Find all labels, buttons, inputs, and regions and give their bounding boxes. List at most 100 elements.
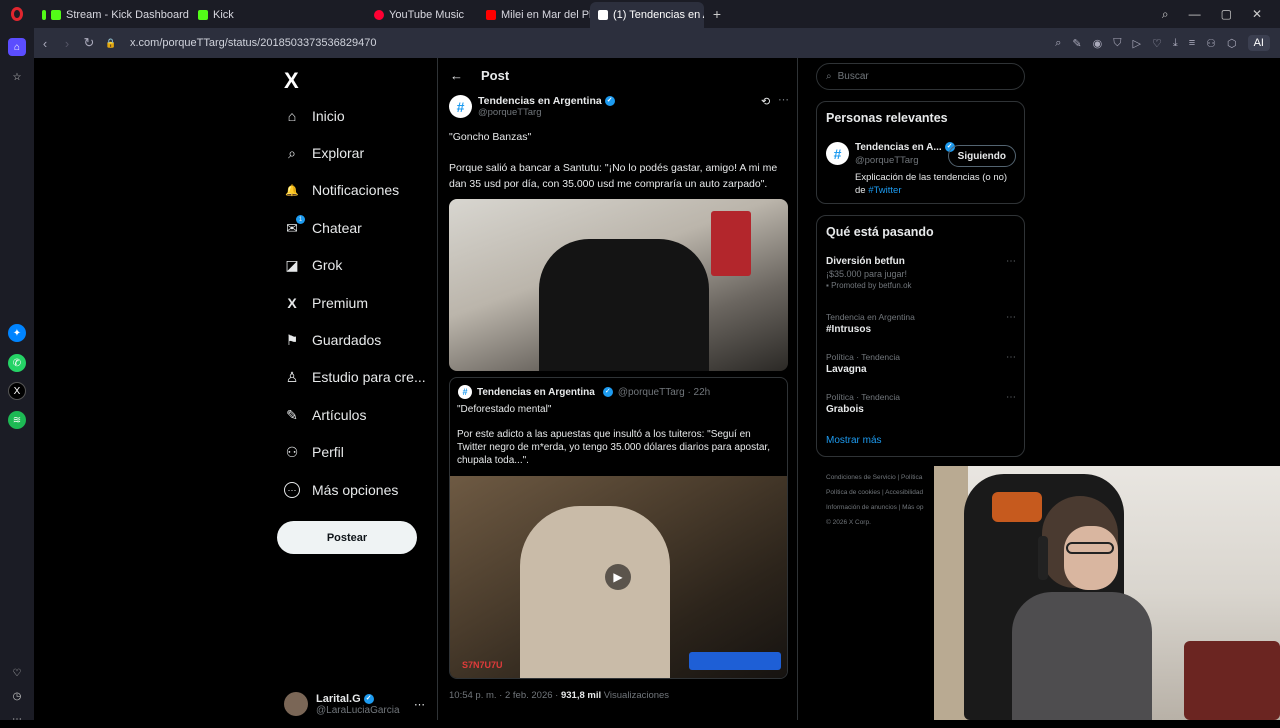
footer-link[interactable]: Condiciones de Servicio | Política xyxy=(826,470,936,485)
nav-item-articulos[interactable]: ✎ Artículos xyxy=(284,407,366,424)
play-icon[interactable]: ▶ xyxy=(605,564,631,590)
tab-tendencias[interactable]: (1) Tendencias en Arg xyxy=(590,2,704,28)
menu-icon[interactable]: ≡ xyxy=(1189,37,1195,49)
reload-button[interactable]: ↻ xyxy=(78,32,100,54)
nav-item-mas-opciones[interactable]: ⋯ Más opciones xyxy=(284,482,398,498)
close-icon[interactable]: ✕ xyxy=(1252,7,1262,21)
whatsapp-icon[interactable]: ✆ xyxy=(8,354,26,372)
forward-button[interactable]: › xyxy=(56,32,78,54)
search-placeholder: Buscar xyxy=(837,71,869,82)
person-body xyxy=(1012,592,1152,720)
zoom-icon[interactable]: ⌕ xyxy=(1055,37,1061,50)
extensions-icon[interactable]: ⬡ xyxy=(1227,37,1237,50)
window-controls: ⌕ — ▢ ✕ xyxy=(1162,0,1280,28)
nav-item-guardados[interactable]: ⚑ Guardados xyxy=(284,331,382,349)
trend-item[interactable]: Política · Tendencia Lavagna ⋯ xyxy=(826,352,1016,375)
nav-item-perfil[interactable]: ⚇ Perfil xyxy=(284,444,344,461)
bio-hashtag-link[interactable]: #Twitter xyxy=(868,185,901,196)
post-text-title: "Goncho Banzas" xyxy=(449,131,532,143)
nav-label: Inicio xyxy=(312,108,345,124)
post-meta: 10:54 p. m. · 2 feb. 2026 · 931,8 mil Vi… xyxy=(449,690,669,701)
nav-label: Grok xyxy=(312,257,343,273)
back-button[interactable]: ‹ xyxy=(34,32,56,54)
kick-favicon-icon xyxy=(198,10,208,20)
maximize-icon[interactable]: ▢ xyxy=(1221,7,1232,21)
nav-item-estudio[interactable]: ♙ Estudio para cre... xyxy=(284,369,426,386)
search-input[interactable]: ⌕ Buscar xyxy=(816,63,1025,90)
quote-video-thumbnail[interactable]: ▶ S7N7U7U xyxy=(450,476,787,678)
more-icon[interactable]: ⋯ xyxy=(1006,312,1016,323)
download-icon[interactable]: ⤓ xyxy=(1173,37,1178,50)
more-icon[interactable]: ⋯ xyxy=(1006,256,1016,267)
account-name: Larital.G ✓ xyxy=(316,693,400,705)
heart-icon[interactable]: ♡ xyxy=(1152,37,1162,50)
heart-icon[interactable]: ♡ xyxy=(8,664,26,682)
page-title: Post xyxy=(481,68,510,83)
quote-author-handle: @porqueTTarg · 22h xyxy=(617,386,711,398)
footer-link[interactable]: Política de cookies | Accesibilidad xyxy=(826,485,936,500)
trend-item[interactable]: Diversión betfun ¡$35.000 para jugar! ▪ … xyxy=(826,256,1016,290)
nav-label: Chatear xyxy=(312,220,362,236)
quote-text-body: Por este adicto a las apuestas que insul… xyxy=(457,429,770,466)
lock-icon: 🔒 xyxy=(105,37,117,48)
search-tabs-icon[interactable]: ⌕ xyxy=(1162,7,1169,22)
home-icon: ⌂ xyxy=(287,108,297,124)
more-icon[interactable]: ⋯ xyxy=(8,710,26,728)
tab-youtube-music[interactable]: YouTube Music xyxy=(366,2,478,28)
more-icon[interactable]: ⋯ xyxy=(778,93,789,106)
door-frame xyxy=(934,466,968,720)
post-button[interactable]: Postear xyxy=(277,521,417,554)
home-icon[interactable]: ⌂ xyxy=(8,38,26,56)
browser-sidebar: ⌂ ☆ ✦ ✆ X ≋ ♡ ◷ ⋯ xyxy=(0,28,34,725)
grok-explain-icon[interactable]: ⟲ xyxy=(761,95,770,108)
minimize-icon[interactable]: — xyxy=(1189,7,1201,21)
url-field[interactable]: x.com/porqueTTarg/status/201850337353682… xyxy=(130,37,376,49)
nav-item-inicio[interactable]: ⌂ Inicio xyxy=(284,108,345,124)
tab-label: YouTube Music xyxy=(389,9,465,21)
nav-label: Premium xyxy=(312,295,369,311)
tab-label: (1) Tendencias en Arg xyxy=(613,9,704,21)
more-icon[interactable]: ⋯ xyxy=(414,698,425,711)
opera-logo-icon[interactable] xyxy=(0,0,34,28)
bookmark-icon: ⚑ xyxy=(285,331,299,348)
nav-item-grok[interactable]: ◪ Grok xyxy=(284,257,343,274)
ai-button[interactable]: AI xyxy=(1247,35,1270,51)
more-icon[interactable]: ⋯ xyxy=(1006,352,1016,363)
profile-icon[interactable]: ⚇ xyxy=(1206,37,1216,50)
history-icon[interactable]: ◷ xyxy=(8,687,26,705)
star-icon[interactable]: ☆ xyxy=(8,68,26,86)
trend-item[interactable]: Política · Tendencia Grabois ⋯ xyxy=(826,392,1016,415)
shield-icon[interactable]: ⛉ xyxy=(1113,37,1121,50)
trend-promo: ▪ Promoted by betfun.ok xyxy=(826,281,1016,290)
tab-kick[interactable]: Kick xyxy=(190,2,290,28)
x-logo[interactable]: X xyxy=(284,68,299,94)
nav-label: Notificaciones xyxy=(312,182,400,198)
bell-icon: 🔔 xyxy=(285,184,299,197)
back-arrow-icon[interactable]: ← xyxy=(450,68,463,83)
nav-item-notificaciones[interactable]: 🔔 Notificaciones xyxy=(284,182,399,198)
trend-item[interactable]: Tendencia en Argentina #Intrusos ⋯ xyxy=(826,312,1016,335)
account-handle: @LaraLuciaGarcia xyxy=(316,704,400,716)
more-icon[interactable]: ⋯ xyxy=(1006,392,1016,403)
new-tab-button[interactable]: + xyxy=(708,5,726,23)
quoted-post[interactable]: # Tendencias en Argentina ✓ @porqueTTarg … xyxy=(449,377,788,679)
relevant-account[interactable]: Tendencias en A... ✓ @porqueTTarg xyxy=(855,142,955,166)
edit-icon[interactable]: ✎ xyxy=(1072,37,1081,50)
tab-milei[interactable]: Milei en Mar del Plata, Do xyxy=(478,2,590,28)
nav-label: Explorar xyxy=(312,145,365,161)
camera-icon[interactable]: ◉ xyxy=(1093,37,1103,50)
nav-item-explorar[interactable]: ⌕ Explorar xyxy=(284,145,365,162)
spotify-icon[interactable]: ≋ xyxy=(8,411,26,429)
messenger-icon[interactable]: ✦ xyxy=(8,324,26,342)
nav-item-premium[interactable]: X Premium xyxy=(284,295,368,311)
person-face xyxy=(1064,526,1118,590)
following-button[interactable]: Siguiendo xyxy=(947,145,1016,167)
play-icon[interactable]: ▷ xyxy=(1132,37,1140,50)
post-video-thumbnail[interactable] xyxy=(449,199,788,371)
show-more-link[interactable]: Mostrar más xyxy=(826,435,882,446)
nav-item-chatear[interactable]: ✉ 1 Chatear xyxy=(284,215,362,236)
x-icon[interactable]: X xyxy=(8,382,26,400)
footer-link[interactable]: Información de anuncios | Más op xyxy=(826,500,936,515)
post-author[interactable]: # Tendencias en Argentina ✓ @porqueTTarg xyxy=(449,95,615,118)
account-switcher[interactable]: Larital.G ✓ @LaraLuciaGarcia ⋯ xyxy=(284,692,425,716)
